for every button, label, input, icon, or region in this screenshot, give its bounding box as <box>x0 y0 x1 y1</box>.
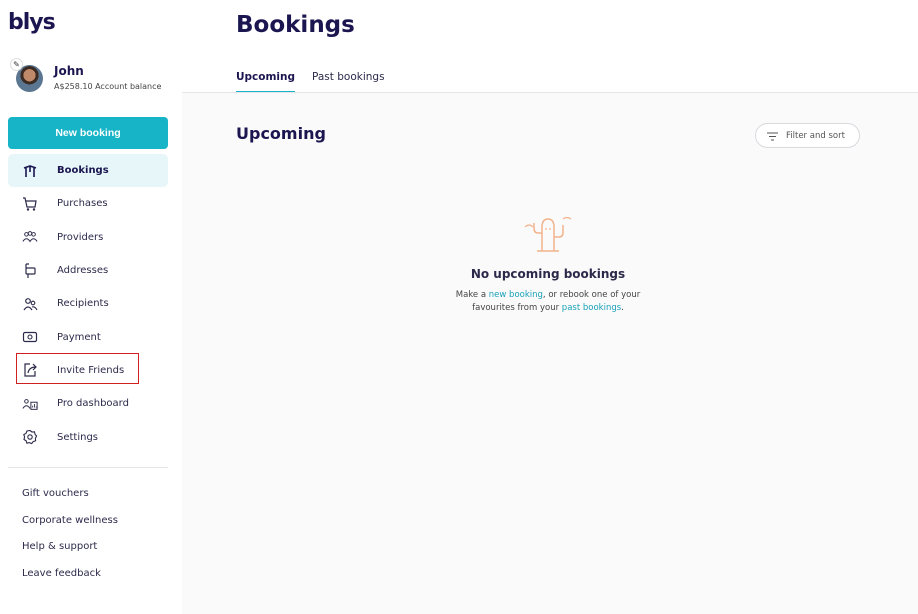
people-icon <box>22 296 38 312</box>
umbrella-table-icon <box>22 163 38 179</box>
user-name: John <box>54 64 84 78</box>
cactus-icon <box>524 216 572 252</box>
sidebar-item-label: Pro dashboard <box>57 398 129 410</box>
sidebar-item-label: Providers <box>57 231 104 243</box>
empty-description: Make a new booking, or rebook one of you… <box>398 289 698 315</box>
empty-title: No upcoming bookings <box>470 267 626 281</box>
sidebar-item-recipients[interactable]: Recipients <box>8 287 168 320</box>
share-icon <box>22 362 38 378</box>
user-profile[interactable]: ✎ John A$258.10 Account balance <box>8 58 178 96</box>
tab-upcoming[interactable]: Upcoming <box>236 71 296 93</box>
mailbox-icon <box>22 262 38 279</box>
sidebar-item-label: Bookings <box>57 165 109 177</box>
pencil-icon[interactable]: ✎ <box>10 58 23 71</box>
filter-sort-button[interactable]: Filter and sort <box>755 123 860 148</box>
sidebar-item-label: Payment <box>57 331 101 343</box>
sidebar-item-label: Addresses <box>57 265 109 277</box>
gift-vouchers-link[interactable]: Gift vouchers <box>22 488 118 515</box>
footer-links: Gift vouchers Corporate wellness Help & … <box>22 488 118 595</box>
new-booking-button[interactable]: New booking <box>8 117 168 149</box>
section-title: Upcoming <box>236 124 326 143</box>
empty-text-part: Make a <box>455 290 489 300</box>
blys-logo[interactable]: blys <box>8 10 56 35</box>
new-booking-link[interactable]: new booking <box>489 290 543 300</box>
sidebar-divider <box>8 467 168 468</box>
tab-past-bookings[interactable]: Past bookings <box>312 71 385 93</box>
empty-text-part: favourites from your <box>472 303 562 313</box>
corporate-wellness-link[interactable]: Corporate wellness <box>22 515 118 542</box>
sidebar-item-label: Purchases <box>57 198 108 210</box>
sidebar-item-providers[interactable]: Providers <box>8 221 168 254</box>
sidebar-item-label: Recipients <box>57 298 109 310</box>
help-support-link[interactable]: Help & support <box>22 541 118 568</box>
account-balance: A$258.10 Account balance <box>54 82 162 91</box>
sidebar: blys ✎ John A$258.10 Account balance New… <box>0 0 182 614</box>
sidebar-item-bookings[interactable]: Bookings <box>8 154 168 188</box>
filter-sort-label: Filter and sort <box>786 130 845 141</box>
page-title: Bookings <box>236 12 355 38</box>
sidebar-item-settings[interactable]: Settings <box>8 420 168 453</box>
sidebar-item-label: Invite Friends <box>57 364 125 376</box>
group-icon <box>22 229 38 245</box>
sidebar-item-purchases[interactable]: Purchases <box>8 187 168 220</box>
leave-feedback-link[interactable]: Leave feedback <box>22 568 118 595</box>
empty-state: No upcoming bookings Make a new booking,… <box>398 213 698 315</box>
dashboard-icon <box>22 396 38 412</box>
sidebar-nav: Bookings Purchases Providers Addresses R… <box>8 154 168 454</box>
filter-icon <box>767 126 778 145</box>
cart-icon <box>22 196 38 212</box>
main-area: Bookings Upcoming Past bookings Upcoming… <box>182 0 918 614</box>
booking-tabs: Upcoming Past bookings <box>236 71 402 93</box>
past-bookings-link[interactable]: past bookings <box>562 303 621 313</box>
empty-text-part: . <box>621 303 624 313</box>
gear-icon <box>22 429 38 445</box>
sidebar-item-pro-dashboard[interactable]: Pro dashboard <box>8 387 168 420</box>
empty-text-part: , or rebook one of your <box>542 290 641 300</box>
bookings-content: Upcoming Filter and sort No upcoming boo… <box>182 93 918 614</box>
sidebar-item-label: Settings <box>57 431 99 443</box>
card-icon <box>22 329 38 345</box>
sidebar-item-invite-friends[interactable]: Invite Friends <box>8 352 168 387</box>
sidebar-item-addresses[interactable]: Addresses <box>8 254 168 287</box>
sidebar-item-payment[interactable]: Payment <box>8 320 168 353</box>
